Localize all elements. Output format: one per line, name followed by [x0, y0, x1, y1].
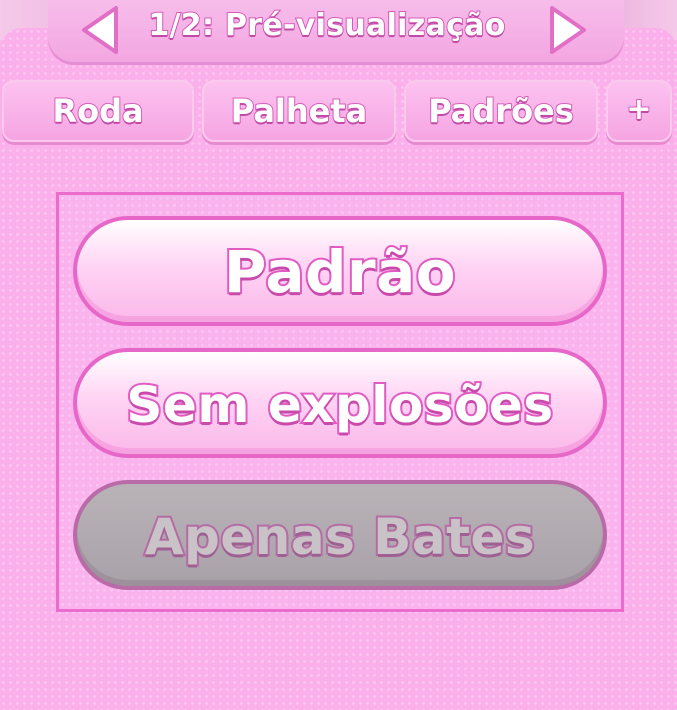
mode-apenas-bates-button[interactable]: Apenas Bates: [73, 480, 607, 590]
tab-label: Roda: [51, 91, 144, 131]
tab-padroes[interactable]: Padrões: [404, 80, 598, 142]
tab-add[interactable]: +: [606, 80, 672, 142]
mode-label: Padrão: [222, 236, 458, 308]
arrow-right-icon: [550, 6, 586, 54]
next-page-button[interactable]: [546, 2, 590, 58]
mode-label: Apenas Bates: [143, 506, 537, 568]
page-title: 1/2: Pré-visualização: [147, 7, 506, 44]
tab-label: Palheta: [230, 91, 369, 131]
tab-roda[interactable]: Roda: [2, 80, 194, 142]
mode-label: Sem explosões: [124, 374, 555, 436]
mode-sem-explosoes-button[interactable]: Sem explosões: [73, 348, 607, 458]
mode-padrao-button[interactable]: Padrão: [73, 216, 607, 326]
tab-palheta[interactable]: Palheta: [202, 80, 396, 142]
tab-label: Padrões: [427, 91, 575, 131]
plus-icon: +: [625, 91, 652, 128]
